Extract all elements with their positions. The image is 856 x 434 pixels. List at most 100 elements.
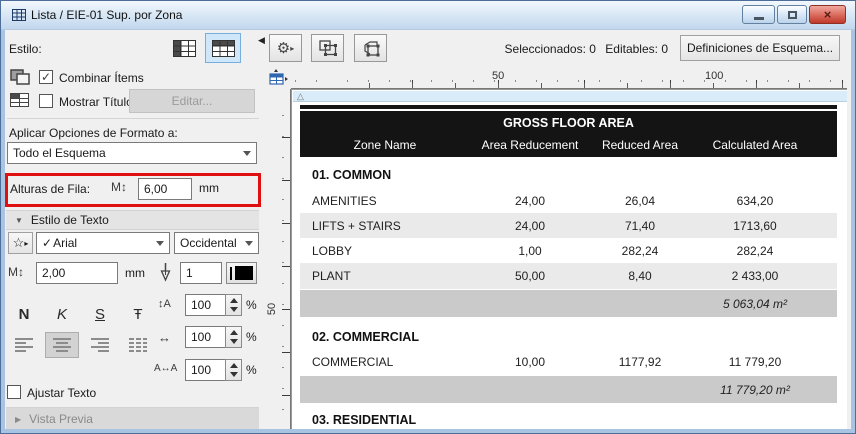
show-title-label: Mostrar Título (59, 95, 133, 109)
italic-button[interactable]: K (45, 301, 79, 327)
column-header: Calculated Area (712, 138, 798, 152)
window-table-icon (12, 9, 26, 21)
style-rows-icon (172, 39, 196, 57)
align-left-icon (15, 336, 33, 354)
table-top-rule (300, 105, 837, 109)
row-height-unit: mm (199, 181, 219, 195)
selection-counts: Seleccionados: 0 Editables: 0 (473, 42, 668, 56)
cell-reduced-area: 282,24 (621, 243, 659, 258)
fit-text-checkbox[interactable] (7, 385, 21, 399)
menu-arrow-icon: ▸ (290, 43, 295, 53)
align-justify-button[interactable] (121, 332, 155, 358)
settings-menu-button[interactable]: ⚙ ▸ (269, 34, 302, 62)
scheme-navigator-icon[interactable] (265, 67, 290, 88)
table-row[interactable]: AMENITIES 24,00 26,04 634,20 (300, 188, 837, 213)
table-row[interactable]: LIFTS + STAIRS 24,00 71,40 1713,60 (300, 213, 837, 238)
minimize-icon (753, 16, 764, 20)
table-row[interactable]: LOBBY 1,00 282,24 282,24 (300, 238, 837, 263)
show-title-checkbox[interactable] (39, 94, 53, 108)
preview-section-header[interactable]: ▶ Vista Previa (6, 407, 259, 431)
group-header-row[interactable]: 02. COMMERCIAL (300, 324, 837, 349)
format-options-panel: Estilo: ✓ Combinar Ítems Mostrar Título … (5, 29, 261, 431)
maximize-button[interactable] (777, 5, 807, 24)
align-center-button[interactable] (45, 332, 79, 358)
favorites-button[interactable]: ☆ ▸ (8, 232, 33, 254)
pen-number-input[interactable]: 1 (180, 262, 222, 284)
cell-zone-name: LOBBY (312, 243, 353, 258)
line-spacing-input[interactable]: 100 (185, 294, 226, 316)
horizontal-ruler: 50 100 (291, 69, 847, 89)
cell-reduced-area: 1177,92 (618, 354, 662, 369)
chevron-down-icon (243, 150, 251, 156)
selected-count-label: Seleccionados: 0 (504, 42, 596, 56)
font-size-input[interactable]: 2,00 (36, 262, 118, 284)
align-justify-icon (129, 336, 147, 354)
row-height-marker[interactable]: △ (297, 91, 304, 101)
close-button[interactable]: × (809, 5, 846, 24)
select-items-button[interactable] (311, 34, 344, 62)
schedule-drawing-area[interactable]: △ GROSS FLOOR AREA Zone Name Area Reduce… (291, 89, 847, 431)
width-factor-input[interactable]: 100 (185, 326, 226, 348)
apply-format-select[interactable]: Todo el Esquema (7, 142, 257, 164)
cell-area-reducement: 1,00 (518, 243, 542, 258)
width-factor-stepper[interactable] (225, 326, 242, 348)
table-body: 01. COMMON AMENITIES 24,00 26,04 634,20 … (300, 157, 837, 430)
row-height-input[interactable]: 6,00 (138, 178, 192, 200)
titlebar[interactable]: Lista / EIE-01 Sup. por Zona × (1, 1, 855, 30)
select-in-model-button[interactable] (354, 34, 387, 62)
apply-format-value: Todo el Esquema (13, 146, 106, 160)
table-row[interactable]: PLANT 50,00 8,40 2 433,00 (300, 263, 837, 289)
gear-icon: ⚙ (276, 40, 291, 57)
cell-reduced-area: 26,04 (624, 193, 656, 208)
star-icon: ☆ (12, 235, 25, 250)
h-ruler-label-100: 100 (705, 70, 724, 82)
column-header: Area Reducement (481, 138, 579, 152)
font-select[interactable]: ✓ Arial (36, 232, 170, 254)
char-spacing-input[interactable]: 100 (185, 359, 226, 381)
updown-arrow-glyph: ↕ (18, 265, 24, 279)
edit-title-button[interactable]: Editar... (129, 89, 255, 113)
char-spacing-stepper[interactable] (225, 359, 242, 381)
cell-zone-name: PLANT (312, 269, 351, 283)
cube-selection-icon (363, 40, 379, 56)
row-height-label: Alturas de Fila: (10, 182, 91, 196)
group-header-row[interactable]: 01. COMMON (300, 161, 837, 188)
table-title: GROSS FLOOR AREA (503, 116, 634, 130)
column-header: Reduced Area (601, 138, 679, 152)
pen-color-button[interactable] (226, 262, 257, 284)
minimize-button[interactable] (742, 5, 775, 24)
group-header-row[interactable]: 03. RESIDENTIAL (300, 407, 837, 430)
header-selection-strip[interactable]: △ (293, 91, 847, 102)
script-select[interactable]: Occidental (174, 232, 259, 254)
style-grid-button[interactable] (205, 33, 241, 63)
panel-collapse-arrow[interactable]: ◀ (258, 35, 265, 46)
chevron-down-icon (156, 240, 164, 246)
combine-items-icon (10, 69, 31, 86)
font-value: Arial (53, 236, 78, 250)
cell-zone-name: AMENITIES (312, 193, 377, 208)
text-style-section-header[interactable]: ▼ Estilo de Texto (6, 210, 259, 230)
table-header[interactable]: GROSS FLOOR AREA Zone Name Area Reduceme… (300, 111, 837, 157)
strikethrough-button[interactable]: Ŧ (121, 301, 155, 327)
pen-color-bar (230, 266, 232, 280)
script-value: Occidental (180, 236, 237, 250)
schema-settings-button[interactable]: Definiciones de Esquema... (680, 35, 840, 61)
text-style-header-label: Estilo de Texto (30, 213, 109, 227)
pen-icon (159, 262, 172, 283)
font-size-unit: mm (125, 266, 145, 280)
preview-header-label: Vista Previa (29, 412, 93, 426)
bold-button[interactable]: N (7, 301, 41, 327)
line-spacing-stepper[interactable] (225, 294, 242, 316)
underline-button[interactable]: S (83, 301, 117, 327)
style-rows-button[interactable] (166, 33, 202, 63)
triangle-right-icon: ▶ (15, 414, 22, 424)
align-left-button[interactable] (7, 332, 41, 358)
maximize-icon (787, 10, 797, 19)
align-right-button[interactable] (83, 332, 117, 358)
table-row[interactable]: COMMERCIAL 10,00 1177,92 11 779,20 (300, 349, 837, 374)
cell-calculated-area: 2 433,00 (731, 269, 779, 283)
cell-area-reducement: 24,00 (514, 193, 546, 208)
window-title: Lista / EIE-01 Sup. por Zona (31, 8, 183, 22)
font-height-icon: M ↕ (8, 265, 24, 279)
combine-items-checkbox[interactable]: ✓ (39, 70, 53, 84)
